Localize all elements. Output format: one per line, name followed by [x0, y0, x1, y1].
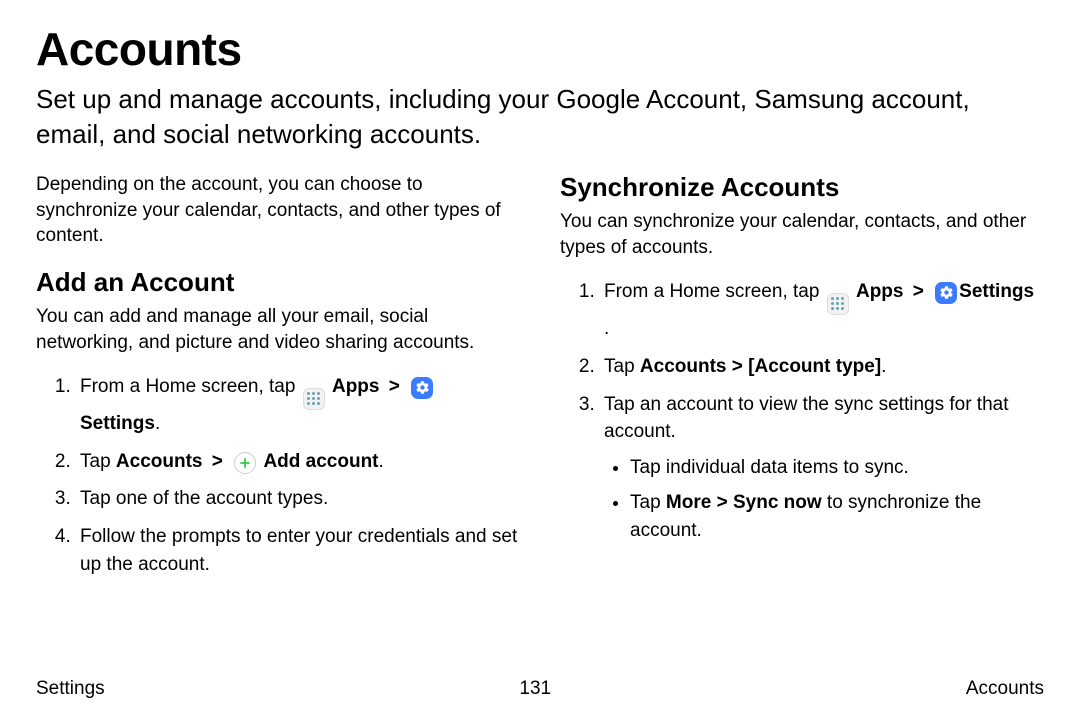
sync-bullet-2: Tap More > Sync now to synchronize the a…	[630, 489, 1044, 544]
apps-label: Apps	[856, 281, 904, 302]
add-step1-pretext: From a Home screen, tap	[80, 376, 301, 397]
apps-label: Apps	[332, 376, 380, 397]
page-title: Accounts	[36, 22, 1044, 76]
chevron-icon: >	[212, 448, 223, 476]
left-note: Depending on the account, you can choose…	[36, 172, 520, 249]
sync-step2-pretext: Tap	[604, 356, 640, 377]
sync-step2-bold: Accounts > [Account type]	[640, 356, 881, 377]
plus-icon	[234, 452, 256, 474]
period: .	[379, 451, 384, 472]
sync-step-3: Tap an account to view the sync settings…	[600, 391, 1044, 545]
add-step-4: Follow the prompts to enter your credent…	[76, 523, 520, 578]
settings-label: Settings	[80, 413, 155, 434]
footer-right: Accounts	[966, 678, 1044, 700]
period: .	[881, 356, 886, 377]
page-footer: Settings 131 Accounts	[36, 664, 1044, 700]
right-column: Synchronize Accounts You can synchronize…	[560, 172, 1044, 664]
chevron-icon: >	[389, 373, 400, 401]
add-step2-accounts: Accounts	[116, 451, 203, 472]
sync-heading: Synchronize Accounts	[560, 172, 1044, 203]
sync-steps: From a Home screen, tap Apps > Settings …	[560, 278, 1044, 544]
sync-step-2: Tap Accounts > [Account type].	[600, 353, 1044, 381]
sync-bullet2-bold: More > Sync now	[666, 492, 822, 513]
add-account-desc: You can add and manage all your email, s…	[36, 304, 520, 355]
chevron-icon: >	[913, 278, 924, 306]
sync-bullet-1: Tap individual data items to sync.	[630, 454, 1044, 482]
apps-icon	[303, 388, 325, 410]
space-period: .	[604, 318, 609, 339]
add-step-1: From a Home screen, tap Apps > Settings.	[76, 373, 520, 438]
left-column: Depending on the account, you can choose…	[36, 172, 520, 664]
add-step-3: Tap one of the account types.	[76, 485, 520, 513]
sync-step-1: From a Home screen, tap Apps > Settings …	[600, 278, 1044, 343]
page-intro: Set up and manage accounts, including yo…	[36, 82, 1044, 152]
period: .	[155, 413, 160, 434]
sync-desc: You can synchronize your calendar, conta…	[560, 209, 1044, 260]
settings-label: Settings	[959, 281, 1034, 302]
add-account-steps: From a Home screen, tap Apps > Settings.…	[36, 373, 520, 578]
sync-step1-pretext: From a Home screen, tap	[604, 281, 825, 302]
page: Accounts Set up and manage accounts, inc…	[0, 0, 1080, 720]
settings-icon	[411, 377, 433, 399]
sync-step3-text: Tap an account to view the sync settings…	[604, 394, 1009, 443]
add-step2-add: Add account	[263, 451, 378, 472]
add-step-2: Tap Accounts > Add account.	[76, 448, 520, 476]
sync-bullet2-pre: Tap	[630, 492, 666, 513]
settings-icon	[935, 282, 957, 304]
add-account-heading: Add an Account	[36, 267, 520, 298]
content-columns: Depending on the account, you can choose…	[36, 172, 1044, 664]
footer-page-number: 131	[519, 678, 551, 700]
add-step2-pretext: Tap	[80, 451, 116, 472]
sync-bullets: Tap individual data items to sync. Tap M…	[604, 454, 1044, 545]
apps-icon	[827, 293, 849, 315]
footer-left: Settings	[36, 678, 105, 700]
